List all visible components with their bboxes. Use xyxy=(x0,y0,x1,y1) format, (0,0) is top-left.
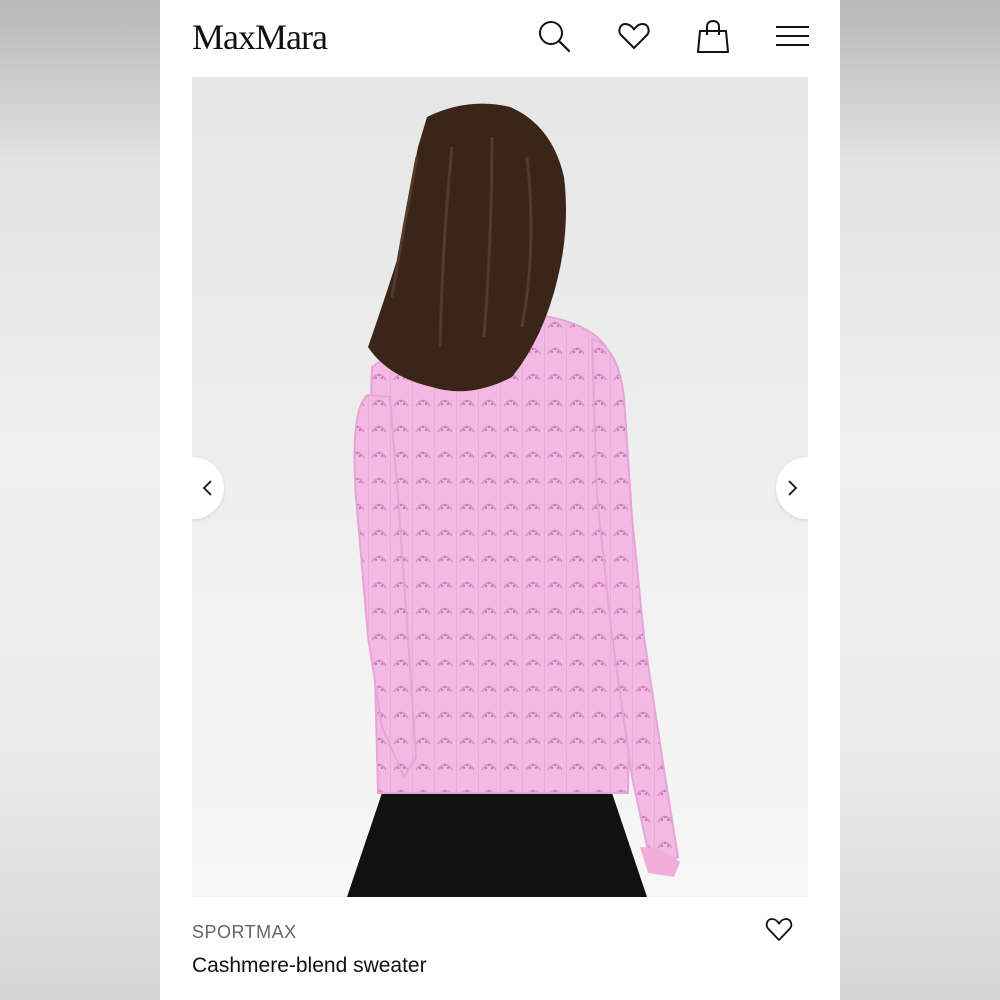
heart-icon xyxy=(618,23,650,49)
search-button[interactable] xyxy=(536,18,572,54)
right-backdrop xyxy=(840,0,1000,1000)
product-page: MaxMara SPORTMAX Cashmere-blend sweater xyxy=(160,0,840,1000)
shopping-bag-icon xyxy=(697,19,729,53)
menu-button[interactable] xyxy=(775,18,811,54)
heart-icon xyxy=(765,918,793,941)
site-header: MaxMara xyxy=(160,0,840,76)
add-to-wishlist-button[interactable] xyxy=(764,914,794,944)
search-icon xyxy=(539,21,571,53)
product-brand[interactable]: SPORTMAX xyxy=(192,922,297,943)
product-image-gallery xyxy=(192,77,808,897)
cart-button[interactable] xyxy=(695,18,731,54)
menu-icon xyxy=(776,26,809,46)
chevron-left-icon xyxy=(202,480,212,496)
maxmara-logo[interactable]: MaxMara xyxy=(192,16,328,58)
product-name: Cashmere-blend sweater xyxy=(192,954,427,977)
product-photo xyxy=(347,103,680,897)
left-backdrop xyxy=(0,0,160,1000)
chevron-right-icon xyxy=(788,480,798,496)
wishlist-button[interactable] xyxy=(616,18,652,54)
skirt xyxy=(347,793,647,897)
